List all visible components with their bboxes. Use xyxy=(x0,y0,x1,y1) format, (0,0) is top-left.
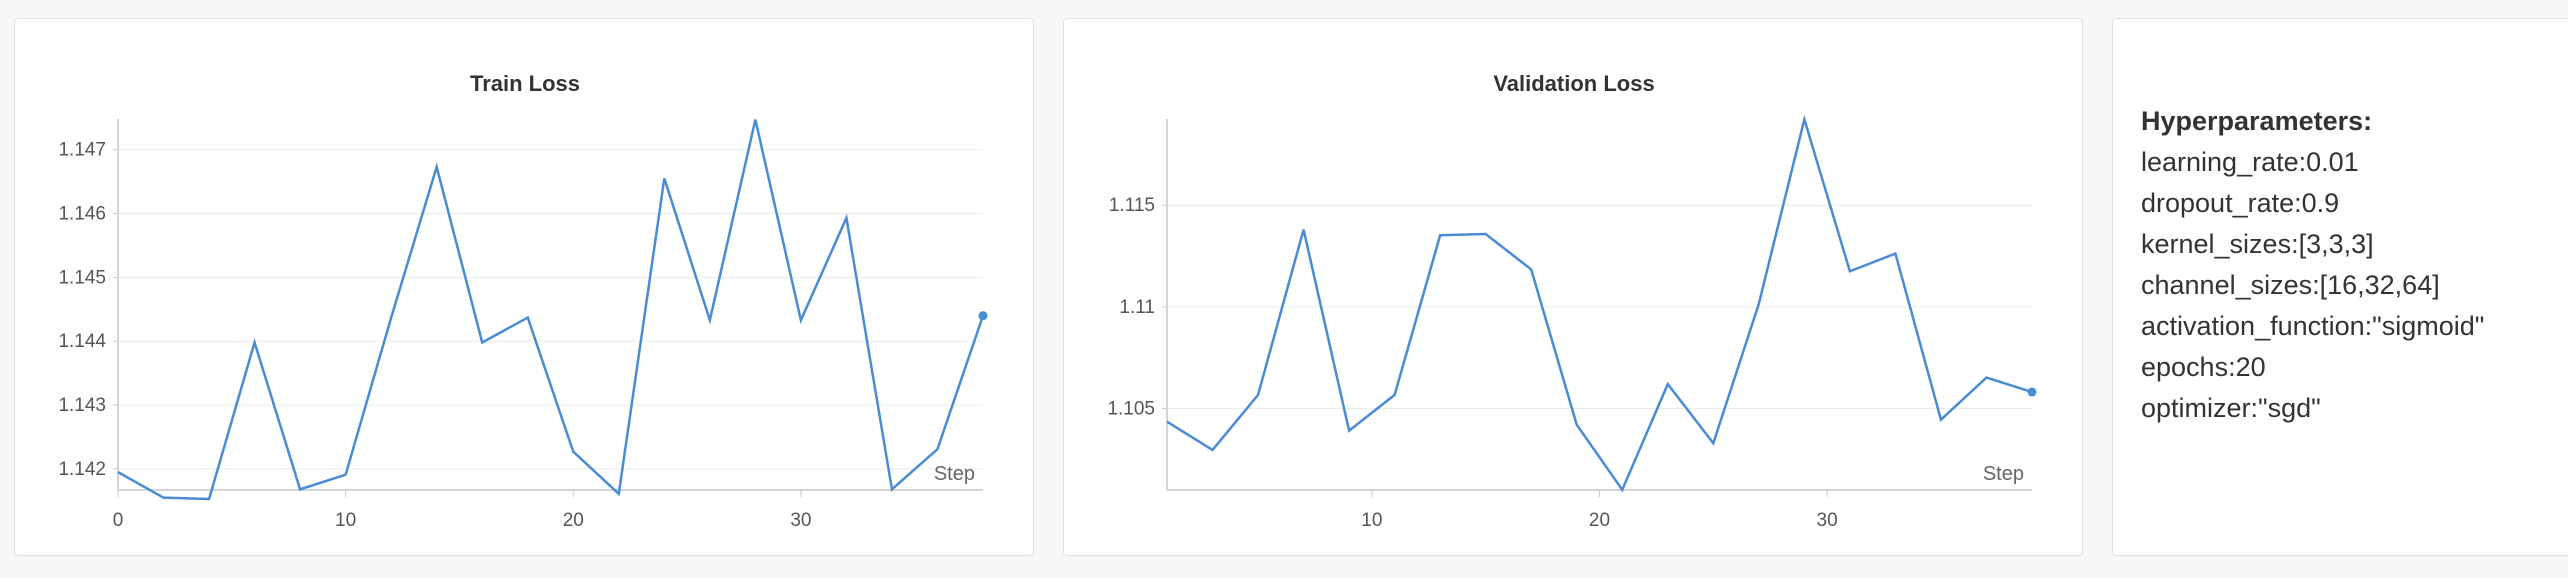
train-loss-chart: Train Loss 1.142 1.143 1.144 1.145 1.146 1.147… xyxy=(58,71,988,531)
validation-loss-chart: Validation Loss 1.105 1.11 1.115 10 20 30 Step xyxy=(1107,71,2037,531)
hyperparameter-item: dropout_rate:0.9 xyxy=(2141,188,2340,218)
hyperparameter-item: channel_sizes:[16,32,64] xyxy=(2141,270,2440,300)
hyperparameter-item: learning_rate:0.01 xyxy=(2141,147,2359,177)
train-loss-last-point xyxy=(978,311,988,321)
validation-loss-panel: Validation Loss 1.105 1.11 1.115 10 20 30 Step xyxy=(1063,18,2083,556)
validation-loss-last-point xyxy=(2027,387,2037,397)
train-loss-y-tick-label: 1.146 xyxy=(58,204,106,225)
validation-loss-y-tick-label: 1.115 xyxy=(1109,195,1155,216)
validation-loss-x-tick-label: 30 xyxy=(1817,510,1838,531)
train-loss-y-tick-label: 1.147 xyxy=(58,140,106,161)
hyperparameters-text: Hyperparameters: learning_rate:0.01 drop… xyxy=(2141,101,2484,429)
validation-loss-y-tick-label: 1.11 xyxy=(1119,297,1155,318)
hyperparameter-item: kernel_sizes:[3,3,3] xyxy=(2141,229,2374,259)
validation-loss-x-tick-label: 10 xyxy=(1361,510,1382,531)
validation-loss-x-tick-label: 20 xyxy=(1589,510,1610,531)
hyperparameter-item: epochs:20 xyxy=(2141,352,2266,382)
train-loss-x-tick-label: 10 xyxy=(335,510,356,531)
train-loss-y-tick-label: 1.142 xyxy=(58,459,106,480)
hyperparameter-item: optimizer:"sgd" xyxy=(2141,393,2321,423)
hyperparameter-item: activation_function:"sigmoid" xyxy=(2141,311,2485,341)
train-loss-x-axis-label: Step xyxy=(934,463,975,485)
validation-loss-y-tick-label: 1.105 xyxy=(1107,398,1155,419)
validation-loss-x-axis-label: Step xyxy=(1983,463,2024,485)
train-loss-series-line xyxy=(117,119,985,501)
train-loss-x-tick-label: 0 xyxy=(113,510,124,531)
train-loss-title: Train Loss xyxy=(470,71,580,96)
hyperparameters-panel: Hyperparameters: learning_rate:0.01 drop… xyxy=(2112,18,2568,556)
validation-loss-title: Validation Loss xyxy=(1493,71,1654,96)
train-loss-y-tick-label: 1.144 xyxy=(58,331,106,352)
train-loss-x-tick-label: 20 xyxy=(563,510,584,531)
train-loss-panel: Train Loss 1.142 1.143 1.144 1.145 1.146 1.147… xyxy=(14,18,1034,556)
train-loss-y-tick-label: 1.145 xyxy=(58,267,106,288)
hyperparameters-title: Hyperparameters: xyxy=(2141,106,2373,136)
train-loss-x-tick-label: 30 xyxy=(790,510,811,531)
train-loss-y-tick-label: 1.143 xyxy=(58,395,106,416)
validation-loss-series-line xyxy=(1166,114,2033,493)
